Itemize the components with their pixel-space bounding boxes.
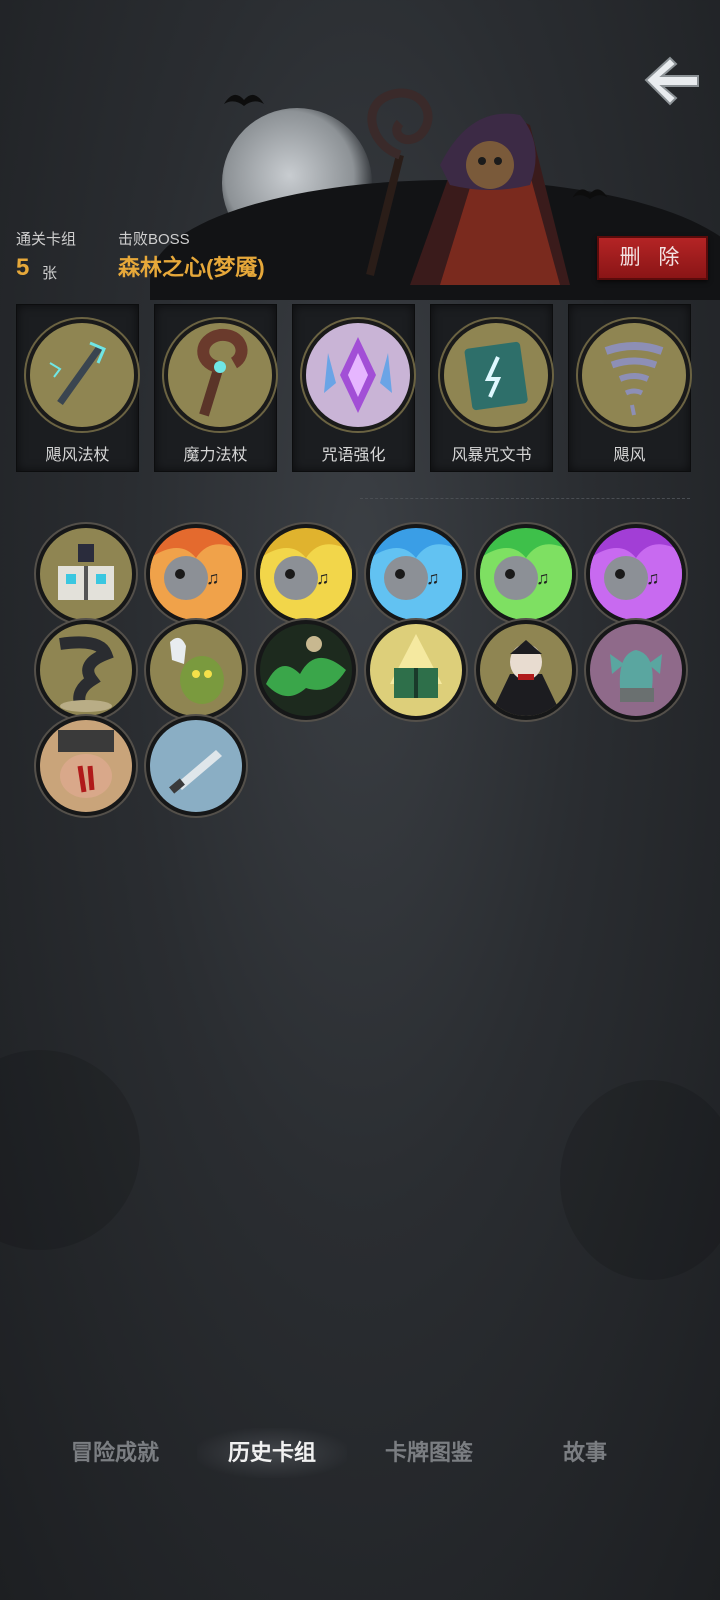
svg-text:♫: ♫ — [426, 568, 440, 588]
lightning-staff-icon — [26, 319, 138, 431]
deck-card[interactable]: 咒语强化 — [292, 304, 415, 472]
cursed-book-icon[interactable] — [36, 524, 136, 624]
magic-staff-icon — [164, 319, 276, 431]
bloody-fist-icon[interactable] — [36, 716, 136, 816]
back-arrow-icon[interactable] — [640, 52, 702, 108]
svg-text:♫: ♫ — [646, 568, 660, 588]
vampire-icon[interactable] — [476, 620, 576, 720]
skull-yellow-flame-icon[interactable]: ♫ — [256, 524, 356, 624]
tab-story[interactable]: 故事 — [510, 1428, 660, 1478]
svg-text:♫: ♫ — [536, 568, 550, 588]
deck-card-row: 飓风法杖 魔力法杖 咒语强化 风暴咒文书 飓风 — [16, 304, 704, 472]
bat-icon — [572, 189, 608, 200]
storm-book-icon — [440, 319, 552, 431]
deck-card-label: 飓风 — [613, 447, 646, 464]
boss-name: 森林之心(梦魇) — [118, 255, 265, 280]
deck-card-label: 风暴咒文书 — [451, 447, 532, 464]
gargoyle-icon[interactable] — [586, 620, 686, 720]
tornado-icon — [578, 319, 690, 431]
divider — [360, 498, 690, 500]
bat-icon — [224, 94, 264, 106]
deck-label: 通关卡组 — [16, 231, 77, 248]
deck-card[interactable]: 魔力法杖 — [154, 304, 277, 472]
deck-card[interactable]: 飓风 — [568, 304, 691, 472]
black-tornado-icon[interactable] — [36, 620, 136, 720]
skull-blue-flame-icon[interactable]: ♫ — [366, 524, 466, 624]
skull-green-flame-icon[interactable]: ♫ — [476, 524, 576, 624]
deck-card-label: 飓风法杖 — [45, 447, 110, 464]
tab-history-deck[interactable]: 历史卡组 — [197, 1428, 347, 1478]
svg-text:♫: ♫ — [206, 568, 220, 588]
svg-text:♫: ♫ — [316, 568, 330, 588]
green-mist-icon[interactable] — [256, 620, 356, 720]
tab-card-collection[interactable]: 卡牌图鉴 — [354, 1428, 504, 1478]
boss-label: 击败BOSS — [118, 231, 190, 248]
deck-count: 5 — [16, 254, 30, 281]
deck-card[interactable]: 风暴咒文书 — [430, 304, 553, 472]
skull-purple-flame-icon[interactable]: ♫ — [586, 524, 686, 624]
tab-achievements[interactable]: 冒险成就 — [40, 1428, 190, 1478]
skull-red-flame-icon[interactable]: ♫ — [146, 524, 246, 624]
deck-card-label: 魔力法杖 — [183, 447, 248, 464]
deck-unit: 张 — [42, 265, 58, 282]
ghost-ogre-icon[interactable] — [146, 620, 246, 720]
deck-card-label: 咒语强化 — [321, 447, 386, 464]
background-shadow — [560, 1080, 720, 1280]
deck-card[interactable]: 飓风法杖 — [16, 304, 139, 472]
bottom-tab-bar: 冒险成就 历史卡组 卡牌图鉴 故事 — [40, 1428, 680, 1478]
background-shadow — [0, 1050, 140, 1250]
purple-crystal-icon — [302, 319, 414, 431]
glowing-book-icon[interactable] — [366, 620, 466, 720]
dagger-icon[interactable] — [146, 716, 246, 816]
delete-button[interactable]: 删 除 — [597, 236, 708, 280]
hero-illustration — [366, 88, 570, 285]
